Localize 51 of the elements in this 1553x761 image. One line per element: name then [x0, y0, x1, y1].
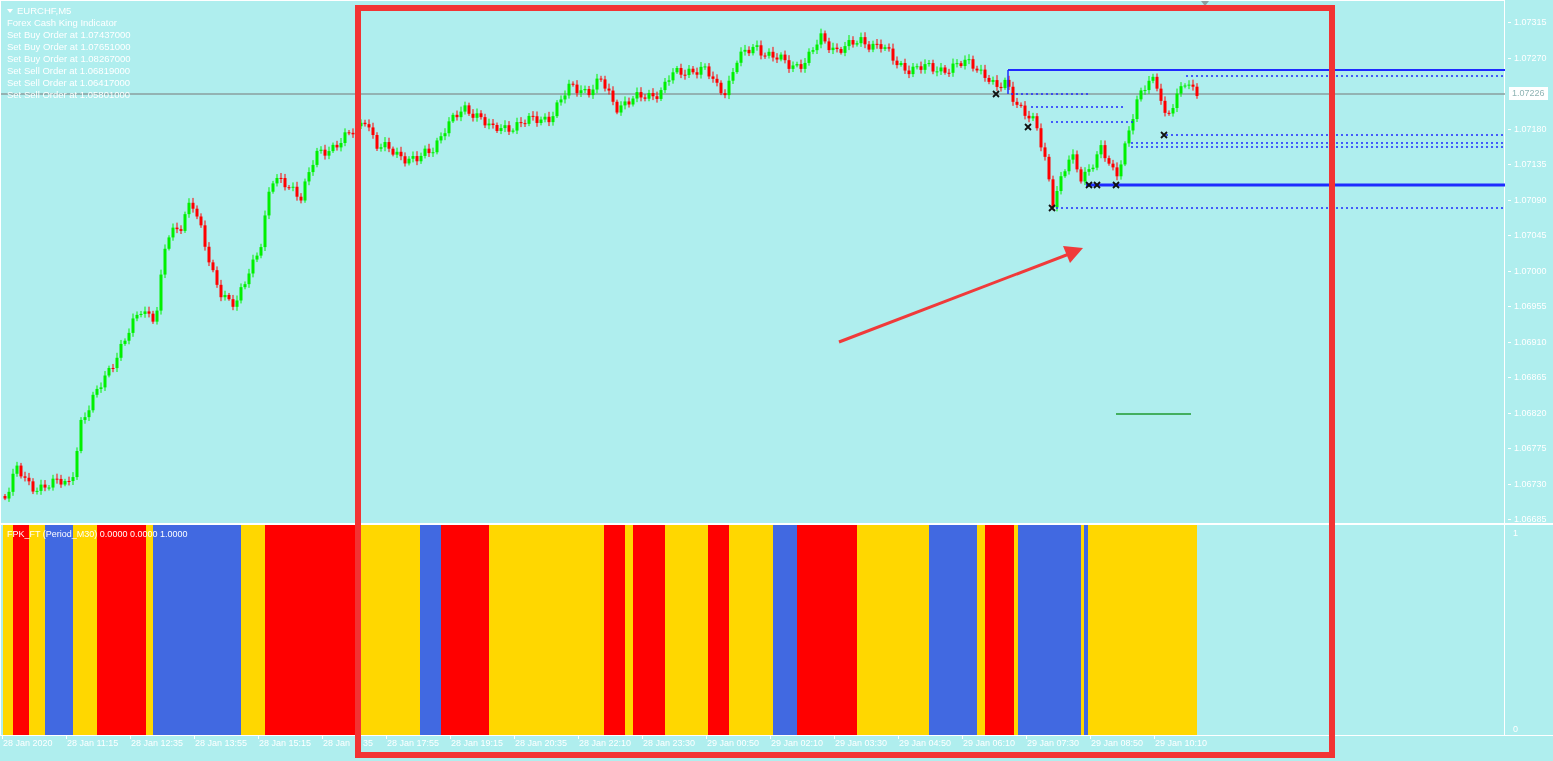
price-label: 1.06685	[1514, 515, 1547, 524]
time-label: 29 Jan 00:50	[706, 739, 760, 748]
order-message: Set Buy Order at 1.07437000	[7, 29, 131, 41]
price-label: 1.07135	[1514, 160, 1547, 169]
time-label: 28 Jan 20:35	[514, 739, 568, 748]
indicator-name: Forex Cash King Indicator	[7, 17, 118, 29]
price-label: 1.07315	[1514, 18, 1547, 27]
order-message: Set Sell Order at 1.06417000	[7, 77, 131, 89]
time-label: 29 Jan 10:10	[1154, 739, 1208, 748]
cross-marker-icon	[1112, 181, 1120, 189]
price-label: 1.06955	[1514, 302, 1547, 311]
triangle-marker-icon	[1201, 1, 1209, 6]
time-label: 29 Jan 06:10	[962, 739, 1016, 748]
price-label: 1.07045	[1514, 231, 1547, 240]
cross-marker-icon	[1024, 123, 1032, 131]
time-label: 29 Jan 04:50	[898, 739, 952, 748]
time-label: 28 Jan 22:10	[578, 739, 632, 748]
time-label: 29 Jan 07:30	[1026, 739, 1080, 748]
order-message: Set Buy Order at 1.08267000	[7, 53, 131, 65]
time-label: 28 Jan 13:55	[194, 739, 248, 748]
price-label: 1.07090	[1514, 195, 1547, 205]
order-message: Set Buy Order at 1.07651000	[7, 41, 131, 53]
price-label: 1.07000	[1514, 266, 1547, 276]
time-label: 29 Jan 03:30	[834, 739, 888, 748]
axis-label: 1	[1513, 528, 1519, 538]
price-label: 1.06775	[1514, 444, 1547, 453]
current-price-label: 1.07226	[1509, 87, 1548, 100]
time-label: 28 Jan 12:35	[130, 739, 184, 748]
time-label: 29 Jan 02:10	[770, 739, 824, 748]
time-label: 28 Jan 2020	[2, 739, 53, 748]
price-label: 1.06730	[1514, 479, 1547, 489]
price-label: 1.06865	[1514, 373, 1547, 382]
time-label: 29 Jan 08:50	[1090, 739, 1144, 748]
time-label: 28 Jan 11:15	[66, 739, 119, 748]
caret-icon	[7, 9, 13, 13]
price-label: 1.06820	[1514, 408, 1547, 418]
time-label: 28 Jan 15:15	[258, 739, 312, 748]
time-label: 35	[362, 739, 373, 748]
price-label: 1.07180	[1514, 124, 1547, 134]
order-message: Set Sell Order at 1.06819000	[7, 65, 131, 77]
cross-marker-icon	[1048, 204, 1056, 212]
axis-label: 0	[1513, 724, 1519, 734]
price-label: 1.07270	[1514, 53, 1547, 63]
time-label: 28 Jan	[322, 739, 351, 748]
time-label: 28 Jan 23:30	[642, 739, 696, 748]
price-label: 1.06910	[1514, 337, 1547, 347]
time-label: 28 Jan 17:55	[386, 739, 440, 748]
cross-marker-icon	[1160, 131, 1168, 139]
time-label: 28 Jan 19:15	[450, 739, 504, 748]
symbol-title: EURCHF,M5	[17, 5, 72, 17]
cross-marker-icon	[992, 90, 1000, 98]
